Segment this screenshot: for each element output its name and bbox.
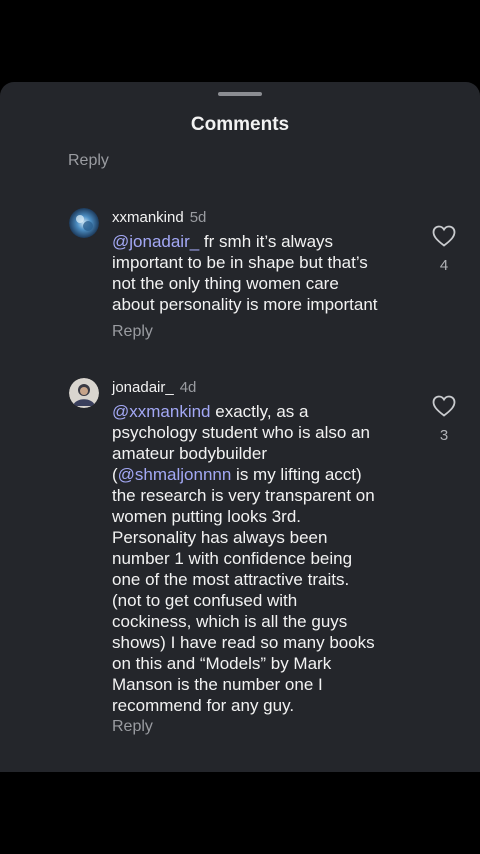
reply-button[interactable]: Reply — [68, 152, 109, 170]
mention-link[interactable]: @xxmankind — [112, 402, 211, 421]
avatar[interactable] — [69, 208, 99, 238]
comment-header: jonadair_ 4d — [112, 378, 196, 398]
comment-username[interactable]: xxmankind — [112, 209, 184, 226]
comment-time: 4d — [179, 379, 197, 396]
mention-link[interactable]: @jonadair_ — [112, 232, 199, 251]
heart-icon[interactable] — [432, 225, 456, 247]
comment-time: 5d — [189, 209, 207, 226]
avatar[interactable] — [69, 378, 99, 408]
reply-button[interactable]: Reply — [112, 323, 153, 341]
like-count: 3 — [439, 427, 449, 444]
comment-text: @jonadair_ fr smh it’s always important … — [112, 231, 412, 315]
comment-text-content: is my lifting acct) the research is very… — [112, 465, 375, 715]
avatar-image — [69, 378, 99, 408]
reply-button[interactable]: Reply — [112, 718, 153, 736]
drag-handle[interactable] — [218, 92, 262, 96]
avatar-image — [69, 208, 99, 238]
heart-icon[interactable] — [432, 395, 456, 417]
comment-text: @xxmankind exactly, as a psychology stud… — [112, 401, 412, 716]
comment-username[interactable]: jonadair_ — [112, 379, 174, 396]
like-count: 4 — [439, 257, 449, 274]
comments-sheet: Comments Reply xxmankind 5d @jonadair_ fr — [0, 82, 480, 772]
comment-header: xxmankind 5d — [112, 208, 206, 228]
sheet-title: Comments — [190, 114, 290, 135]
mention-link[interactable]: @shmaljonnnn — [118, 465, 232, 484]
